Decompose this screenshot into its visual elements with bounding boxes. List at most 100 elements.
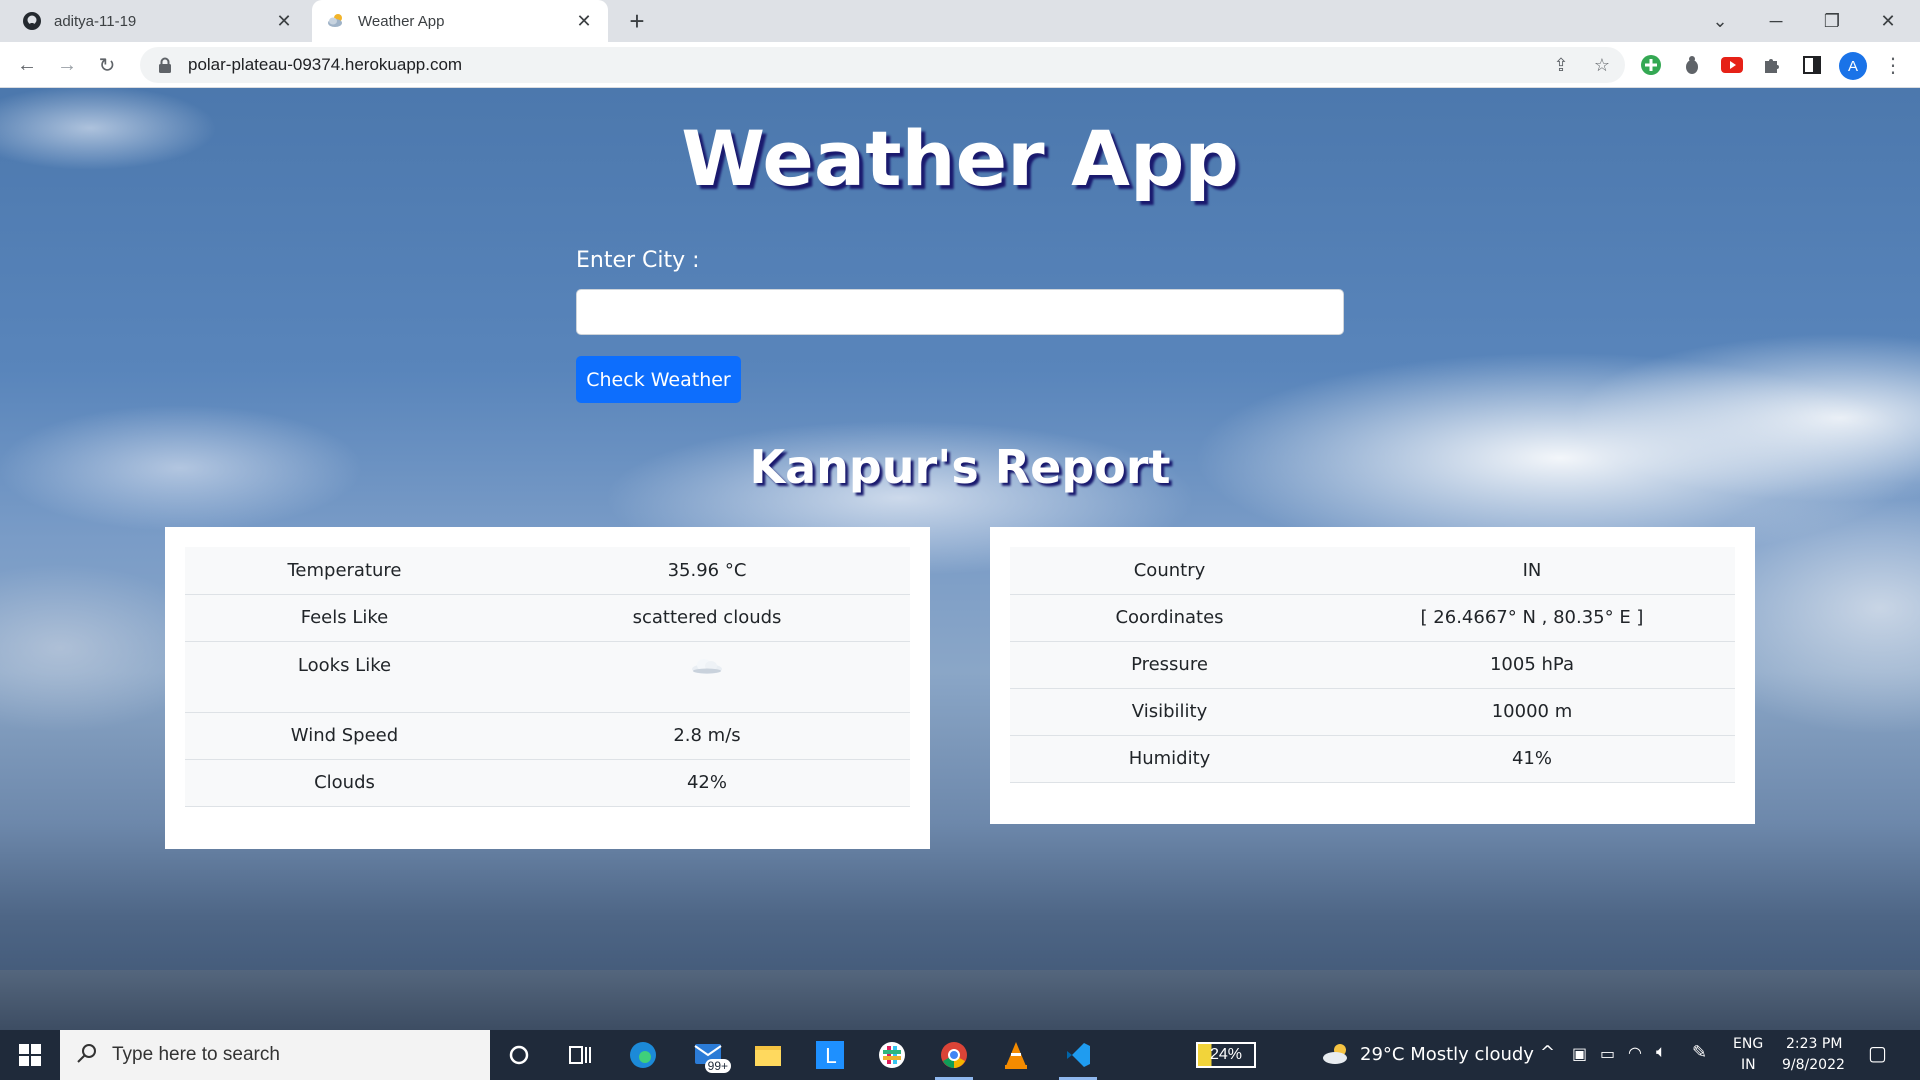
search-icon xyxy=(76,1042,98,1069)
url-text: polar-plateau-09374.herokuapp.com xyxy=(188,55,463,74)
cloud-icon xyxy=(690,657,724,680)
taskbar-weather-text[interactable]: 29°C Mostly cloudy xyxy=(1360,1044,1534,1065)
row-label: Looks Like xyxy=(185,641,504,713)
check-weather-button[interactable]: Check Weather xyxy=(576,356,741,403)
row-value: 1005 hPa xyxy=(1329,641,1735,689)
row-label: Temperature xyxy=(185,547,504,595)
extensions-puzzle-icon[interactable] xyxy=(1760,53,1784,77)
taskbar-search[interactable]: Type here to search xyxy=(60,1030,490,1080)
location-details-table: Country IN Coordinates [ 26.4667° N , 80… xyxy=(1010,547,1735,783)
edge-icon[interactable] xyxy=(618,1035,668,1075)
app-title: Weather App xyxy=(681,114,1239,203)
tab-weather-app[interactable]: Weather App ✕ xyxy=(312,0,608,42)
back-icon[interactable]: ← xyxy=(12,50,42,80)
minimize-button[interactable]: ─ xyxy=(1748,0,1804,42)
extension-plus-icon[interactable] xyxy=(1639,53,1663,77)
device-icon[interactable]: ▣ xyxy=(1572,1044,1587,1063)
youtube-extension-icon[interactable] xyxy=(1720,53,1744,77)
menu-kebab-icon[interactable]: ⋮ xyxy=(1878,50,1908,80)
row-value: 2.8 m/s xyxy=(504,712,910,760)
row-value: scattered clouds xyxy=(504,594,910,642)
table-row: Clouds 42% xyxy=(185,759,910,807)
cortana-icon[interactable] xyxy=(494,1035,544,1075)
row-label: Pressure xyxy=(1010,641,1329,689)
close-icon[interactable]: ✕ xyxy=(574,11,594,32)
mail-icon[interactable]: 99+ xyxy=(685,1035,735,1075)
table-row: Feels Like scattered clouds xyxy=(185,594,910,642)
city-label: Enter City : xyxy=(576,248,700,273)
l-app-icon[interactable]: L xyxy=(805,1035,855,1075)
lock-icon[interactable] xyxy=(156,56,174,74)
reload-icon[interactable]: ↻ xyxy=(92,50,122,80)
location-details-card: Country IN Coordinates [ 26.4667° N , 80… xyxy=(990,527,1755,824)
address-bar[interactable]: polar-plateau-09374.herokuapp.com xyxy=(140,47,1625,83)
pen-icon[interactable]: ✎ xyxy=(1692,1042,1707,1063)
weather-page: Weather App Enter City : Check Weather K… xyxy=(0,88,1920,1030)
tab-strip: aditya-11-19 ✕ Weather App ✕ + ⌄ ─ ❐ ✕ xyxy=(0,0,1920,42)
bug-extension-icon[interactable] xyxy=(1680,53,1704,77)
taskbar: Type here to search 99+ L 29°C Mostly cl… xyxy=(0,1030,1920,1080)
battery-indicator[interactable]: 24% xyxy=(1196,1042,1256,1068)
tab-title: Weather App xyxy=(358,12,445,30)
task-view-icon[interactable] xyxy=(555,1035,605,1075)
windows-start-icon[interactable] xyxy=(5,1035,55,1075)
browser-toolbar: ← → ↻ polar-plateau-09374.herokuapp.com … xyxy=(0,42,1920,88)
mail-badge: 99+ xyxy=(704,1059,731,1073)
file-explorer-icon[interactable] xyxy=(743,1035,793,1075)
tab-github[interactable]: aditya-11-19 ✕ xyxy=(8,0,308,42)
svg-text:L: L xyxy=(825,1044,837,1068)
row-label: Visibility xyxy=(1010,688,1329,736)
row-value: 10000 m xyxy=(1329,688,1735,736)
language-bottom[interactable]: IN xyxy=(1741,1057,1756,1073)
github-icon xyxy=(22,11,42,31)
weather-favicon xyxy=(326,11,346,31)
restore-button[interactable]: ❐ xyxy=(1804,0,1860,42)
table-row: Coordinates [ 26.4667° N , 80.35° E ] xyxy=(1010,594,1735,642)
notifications-icon[interactable]: ▢ xyxy=(1868,1041,1887,1065)
row-value: [ 26.4667° N , 80.35° E ] xyxy=(1329,594,1735,642)
close-icon[interactable]: ✕ xyxy=(274,11,294,32)
share-icon[interactable]: ⇪ xyxy=(1547,51,1575,79)
language-top[interactable]: ENG xyxy=(1733,1036,1763,1052)
table-row: Temperature 35.96 °C xyxy=(185,547,910,595)
row-label: Wind Speed xyxy=(185,712,504,760)
vlc-icon[interactable] xyxy=(991,1035,1041,1075)
tab-search-icon[interactable]: ⌄ xyxy=(1692,0,1748,42)
side-panel-icon[interactable] xyxy=(1800,53,1824,77)
row-value: IN xyxy=(1329,547,1735,595)
table-row: Country IN xyxy=(1010,547,1735,595)
slack-icon[interactable] xyxy=(867,1035,917,1075)
new-tab-button[interactable]: + xyxy=(622,6,652,36)
wifi-icon[interactable]: ◠ xyxy=(1628,1043,1642,1062)
table-row: Looks Like xyxy=(185,641,910,713)
profile-avatar[interactable]: A xyxy=(1839,52,1867,80)
tab-title: aditya-11-19 xyxy=(54,12,137,30)
forward-icon[interactable]: → xyxy=(52,50,82,80)
background-sea xyxy=(0,970,1920,1030)
battery-tray-icon[interactable]: ▭ xyxy=(1600,1044,1615,1063)
clock-date[interactable]: 9/8/2022 xyxy=(1782,1057,1845,1073)
bookmark-star-icon[interactable]: ☆ xyxy=(1588,51,1616,79)
chrome-icon[interactable] xyxy=(929,1035,979,1080)
close-window-button[interactable]: ✕ xyxy=(1860,0,1916,42)
table-row: Wind Speed 2.8 m/s xyxy=(185,712,910,760)
report-title: Kanpur's Report xyxy=(749,440,1171,494)
row-label: Coordinates xyxy=(1010,594,1329,642)
table-row: Pressure 1005 hPa xyxy=(1010,641,1735,689)
show-hidden-icons[interactable]: ^ xyxy=(1540,1042,1555,1063)
row-label: Humidity xyxy=(1010,735,1329,783)
row-value: 41% xyxy=(1329,735,1735,783)
vscode-icon[interactable] xyxy=(1053,1035,1103,1080)
weather-details-table: Temperature 35.96 °C Feels Like scattere… xyxy=(185,547,910,807)
row-label: Feels Like xyxy=(185,594,504,642)
row-value xyxy=(504,641,910,713)
weather-details-card: Temperature 35.96 °C Feels Like scattere… xyxy=(165,527,930,849)
volume-icon[interactable]: 🔈︎ xyxy=(1656,1042,1666,1062)
row-label: Clouds xyxy=(185,759,504,807)
table-row: Humidity 41% xyxy=(1010,735,1735,783)
weather-cloud-icon[interactable] xyxy=(1322,1042,1352,1071)
clock-time[interactable]: 2:23 PM xyxy=(1786,1036,1842,1052)
city-input[interactable] xyxy=(576,289,1344,335)
row-label: Country xyxy=(1010,547,1329,595)
table-row: Visibility 10000 m xyxy=(1010,688,1735,736)
